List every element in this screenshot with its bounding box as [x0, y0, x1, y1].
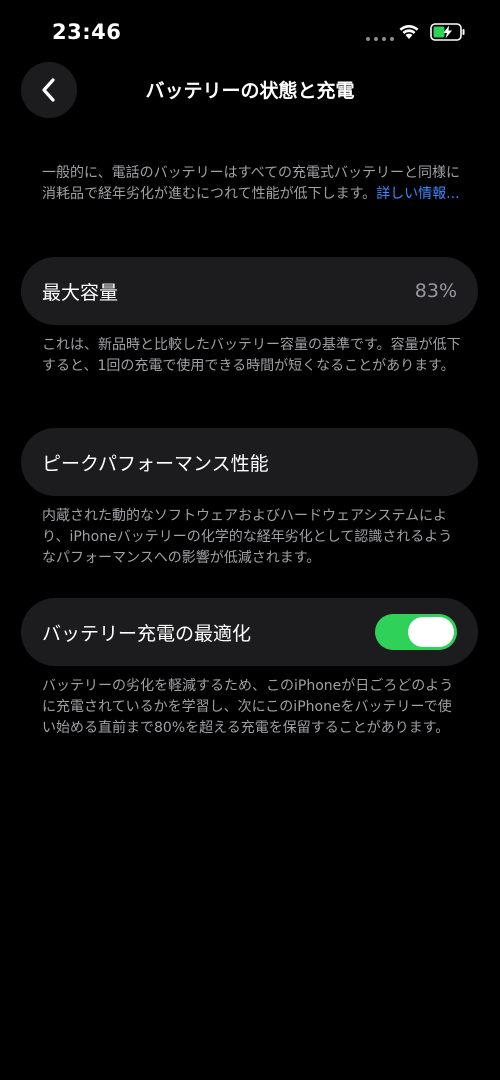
- intro-description: 一般的に、電話のバッテリーはすべての充電式バッテリーと同様に消耗品で経年劣化が進…: [42, 163, 462, 205]
- optimized-charging-toggle[interactable]: [375, 614, 457, 650]
- wifi-icon: [399, 25, 419, 39]
- optimized-charging-row: バッテリー充電の最適化: [21, 598, 478, 666]
- peak-performance-row[interactable]: ピークパフォーマンス性能: [21, 428, 478, 496]
- learn-more-link[interactable]: 詳しい情報...: [376, 186, 459, 202]
- optimized-charging-footer: バッテリーの劣化を軽減するため、このiPhoneが日ごろどのように充電されている…: [42, 678, 454, 736]
- page-title: バッテリーの状態と充電: [145, 80, 355, 102]
- optimized-charging-label: バッテリー充電の最適化: [42, 622, 252, 645]
- max-capacity-value: 83%: [414, 280, 457, 302]
- navigation-bar: バッテリーの状態と充電: [0, 62, 500, 118]
- max-capacity-row: 最大容量 83%: [21, 257, 478, 325]
- status-bar: 23:46: [0, 0, 500, 62]
- max-capacity-footer: これは、新品時と比較したバッテリー容量の基準です。容量が低下すると、1回の充電で…: [42, 337, 461, 374]
- battery-charging-icon: [430, 23, 465, 41]
- toggle-knob: [408, 617, 454, 647]
- cellular-signal-icon: [366, 37, 394, 41]
- peak-performance-label: ピークパフォーマンス性能: [42, 452, 269, 475]
- peak-performance-footer: 内蔵された動的なソフトウェアおよびハードウェアシステムにより、iPhoneバッテ…: [42, 508, 453, 566]
- max-capacity-label: 最大容量: [42, 281, 119, 304]
- status-time: 23:46: [52, 20, 122, 44]
